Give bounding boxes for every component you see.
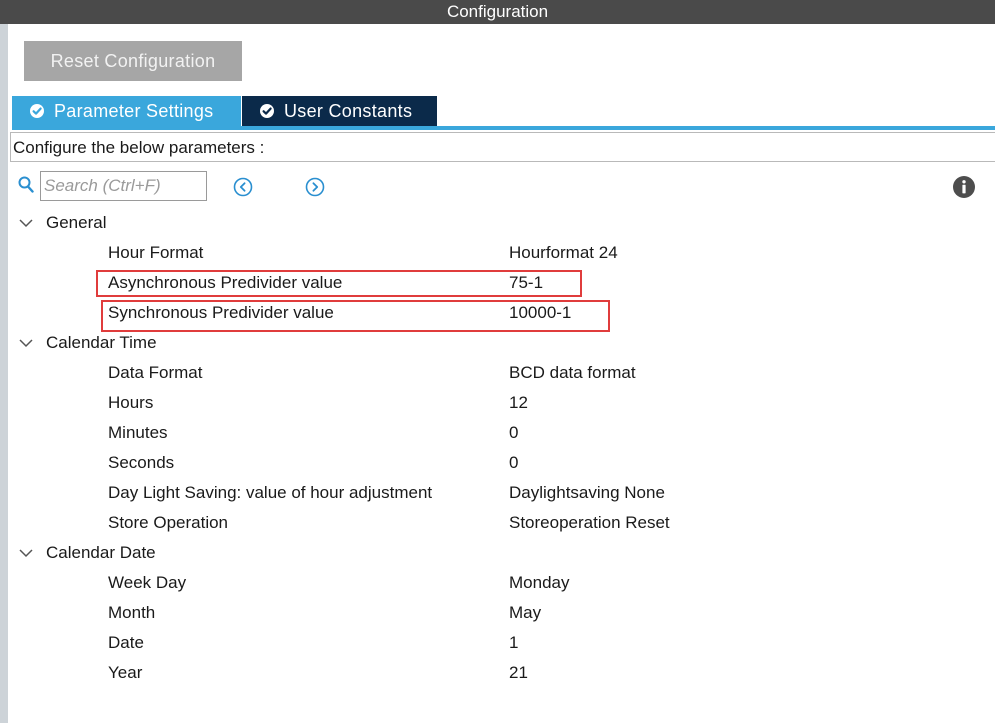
parameters-description: Configure the below parameters : [10,132,995,162]
highlight-box-sync-predivider [101,300,610,332]
search-input[interactable] [40,171,207,201]
group-title: Calendar Time [46,333,157,352]
group-title: General [46,213,107,232]
chevron-down-icon [19,219,33,228]
tab-underline [12,126,995,130]
param-value-date[interactable]: 1 [509,628,518,658]
param-label-daylight-saving: Day Light Saving: value of hour adjustme… [108,483,433,502]
param-label-week-day: Week Day [108,573,187,592]
chevron-down-icon [19,339,33,348]
param-label-date: Date [108,633,144,652]
circle-chevron-left-icon[interactable] [233,177,253,197]
tab-parameter-settings[interactable]: Parameter Settings [12,96,241,126]
info-icon[interactable] [952,175,976,199]
left-border [0,24,8,723]
param-value-data-format[interactable]: BCD data format [509,358,636,388]
param-label-hour-format: Hour Format [108,243,204,262]
param-label-month: Month [108,603,156,622]
highlight-box-async-predivider [96,270,582,297]
group-calendar-date[interactable]: Calendar Date [18,538,156,568]
param-value-hour-format[interactable]: Hourformat 24 [509,238,618,268]
param-label-minutes: Minutes [108,423,168,442]
param-value-seconds[interactable]: 0 [509,448,518,478]
reset-configuration-button[interactable]: Reset Configuration [24,41,242,81]
param-label-year: Year [108,663,143,682]
check-circle-icon [260,104,274,118]
param-value-hours[interactable]: 12 [509,388,528,418]
search-icon[interactable] [18,176,34,194]
group-general[interactable]: General [18,208,106,238]
chevron-down-icon [19,549,33,558]
param-label-hours: Hours [108,393,154,412]
check-circle-icon [30,104,44,118]
param-label-data-format: Data Format [108,363,203,382]
param-label-store-operation: Store Operation [108,513,229,532]
param-value-year[interactable]: 21 [509,658,528,688]
group-calendar-time[interactable]: Calendar Time [18,328,157,358]
circle-chevron-right-icon[interactable] [305,177,325,197]
param-value-minutes[interactable]: 0 [509,418,518,448]
tab-user-constants[interactable]: User Constants [242,96,437,126]
param-label-seconds: Seconds [108,453,175,472]
param-value-week-day[interactable]: Monday [509,568,569,598]
param-value-store-operation[interactable]: Storeoperation Reset [509,508,670,538]
param-value-month[interactable]: May [509,598,541,628]
tab-label: Parameter Settings [54,100,214,121]
param-value-daylight-saving[interactable]: Daylightsaving None [509,478,665,508]
window-title: Configuration [0,0,995,24]
tab-label: User Constants [284,100,413,121]
group-title: Calendar Date [46,543,156,562]
